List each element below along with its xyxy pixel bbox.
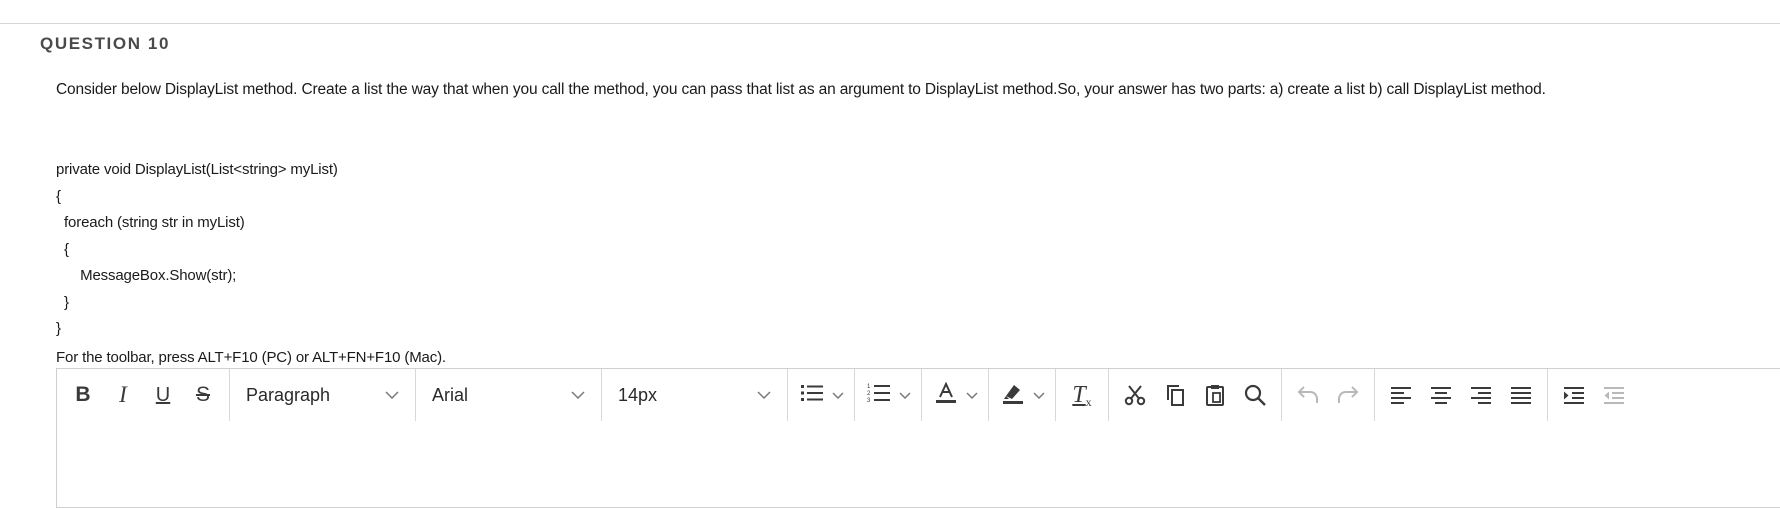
outdent-button[interactable] [1594, 375, 1634, 415]
bullet-list-button[interactable] [788, 369, 855, 421]
font-size-dropdown[interactable]: 14px [602, 369, 788, 421]
chevron-down-icon [571, 391, 585, 399]
undo-icon [1296, 384, 1320, 406]
highlight-color-button[interactable] [989, 369, 1056, 421]
indent-group [1548, 369, 1640, 421]
code-line: } [56, 320, 61, 337]
align-right-button[interactable] [1461, 375, 1501, 415]
paste-button[interactable] [1195, 375, 1235, 415]
clear-format-button[interactable]: Tx [1062, 375, 1102, 415]
clear-format-group: Tx [1056, 369, 1109, 421]
align-left-icon [1390, 385, 1412, 405]
paste-icon [1203, 383, 1227, 407]
numbered-list-button[interactable]: 1 2 3 [855, 369, 922, 421]
redo-button[interactable] [1328, 375, 1368, 415]
code-line: } [56, 293, 69, 311]
svg-text:3: 3 [867, 398, 871, 404]
align-center-icon [1430, 385, 1452, 405]
clear-format-glyph: T [1072, 381, 1086, 408]
underline-button[interactable]: U [143, 375, 183, 415]
code-line: MessageBox.Show(str); [56, 267, 237, 284]
alignment-group [1375, 369, 1548, 421]
redo-icon [1336, 384, 1360, 406]
strikethrough-button[interactable]: S [183, 375, 223, 415]
text-color-button[interactable] [922, 369, 989, 421]
top-divider [0, 23, 1780, 24]
chevron-down-icon [899, 391, 911, 399]
chevron-down-icon [832, 391, 844, 399]
font-family-value: Arial [432, 384, 469, 405]
question-prompt: Consider below DisplayList method. Creat… [56, 81, 1546, 98]
chevron-down-icon [385, 391, 399, 399]
code-line: private void DisplayList(List<string> my… [56, 161, 338, 178]
search-icon [1243, 383, 1267, 407]
font-family-dropdown[interactable]: Arial [416, 369, 602, 421]
block-format-value: Paragraph [246, 384, 331, 405]
text-color-icon [934, 381, 958, 410]
code-line: { [56, 240, 69, 258]
undo-button[interactable] [1288, 375, 1328, 415]
chevron-down-icon [757, 391, 771, 399]
font-size-value: 14px [618, 384, 658, 405]
align-justify-button[interactable] [1501, 375, 1541, 415]
copy-icon [1163, 383, 1187, 407]
align-center-button[interactable] [1421, 375, 1461, 415]
indent-icon [1563, 385, 1585, 405]
svg-text:1: 1 [867, 384, 871, 390]
indent-button[interactable] [1554, 375, 1594, 415]
outdent-icon [1603, 385, 1625, 405]
bold-button[interactable]: B [63, 375, 103, 415]
clear-format-icon: Tx [1072, 381, 1092, 409]
align-left-button[interactable] [1381, 375, 1421, 415]
code-snippet: private void DisplayList(List<string> my… [56, 160, 338, 346]
chevron-down-icon [966, 391, 978, 399]
code-line: { [56, 187, 61, 205]
editor-content-area[interactable] [57, 421, 1780, 507]
chevron-down-icon [1033, 391, 1045, 399]
history-group [1282, 369, 1375, 421]
toolbar-hint: For the toolbar, press ALT+F10 (PC) or A… [56, 349, 446, 366]
find-button[interactable] [1235, 375, 1275, 415]
align-right-icon [1470, 385, 1492, 405]
bullet-list-icon [800, 383, 824, 408]
rich-text-editor: B I U S Paragraph Arial 14px 1 2 3 Tx [56, 368, 1780, 508]
cut-icon [1123, 383, 1147, 407]
code-line: foreach (string str in myList) [56, 214, 245, 231]
italic-button[interactable]: I [103, 375, 143, 415]
editor-toolbar: B I U S Paragraph Arial 14px 1 2 3 Tx [57, 369, 1780, 422]
block-format-dropdown[interactable]: Paragraph [230, 369, 416, 421]
cut-button[interactable] [1115, 375, 1155, 415]
clipboard-group [1109, 369, 1282, 421]
align-justify-icon [1510, 385, 1532, 405]
text-style-group: B I U S [57, 369, 230, 421]
question-label: QUESTION 10 [40, 34, 171, 53]
numbered-list-icon: 1 2 3 [867, 382, 891, 409]
svg-text:2: 2 [867, 391, 871, 397]
highlight-icon [1001, 381, 1025, 410]
copy-button[interactable] [1155, 375, 1195, 415]
